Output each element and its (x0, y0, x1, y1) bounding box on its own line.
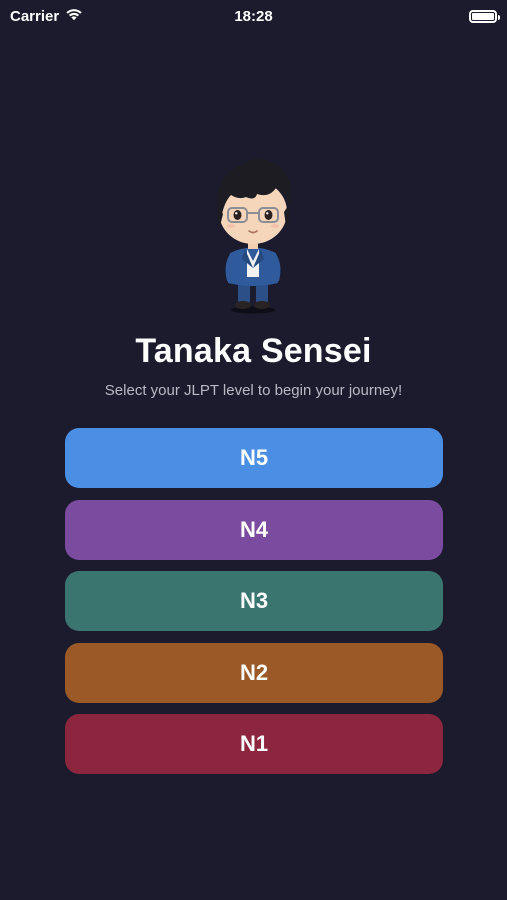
level-n1-button[interactable]: N1 (65, 714, 443, 774)
level-n5-button[interactable]: N5 (65, 428, 443, 488)
battery-level (472, 12, 494, 20)
carrier-label: Carrier (10, 7, 60, 25)
status-bar: Carrier 18:28 (0, 0, 507, 32)
battery-icon (469, 9, 500, 23)
level-n2-button[interactable]: N2 (65, 642, 443, 703)
level-n3-button[interactable]: N3 (65, 571, 443, 631)
level-select-screen: Carrier 18:28 Tanaka Sensei Select your … (0, 0, 507, 900)
wifi-icon (65, 7, 83, 25)
level-button-list: N5 N4 N3 N2 N1 (65, 428, 443, 786)
app-title: Tanaka Sensei (135, 332, 372, 370)
level-n4-button[interactable]: N4 (65, 499, 443, 560)
level-prompt: Select your JLPT level to begin your jou… (104, 382, 403, 399)
tanaka-sensei-avatar (200, 150, 306, 315)
carrier-group: Carrier (10, 7, 83, 25)
